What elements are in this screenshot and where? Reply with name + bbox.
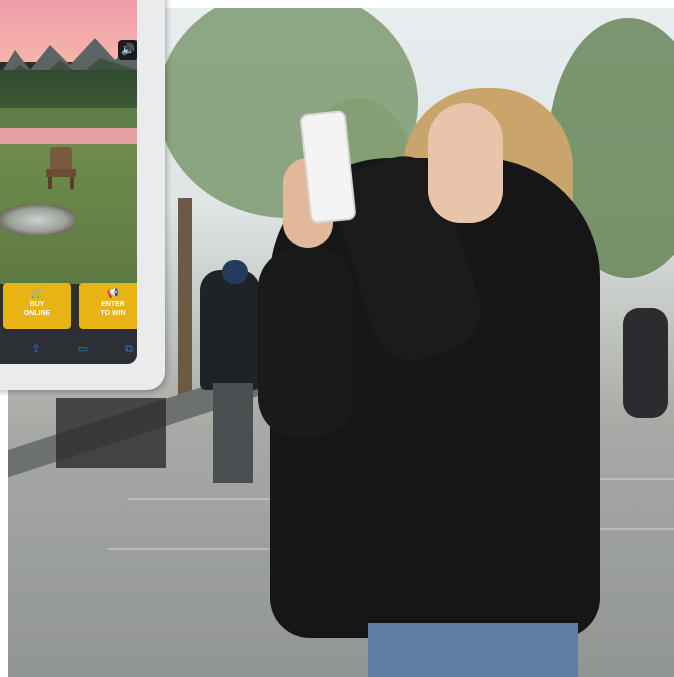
phone-mockup: 🔊 🛒 BUY ONLINE 📢 ENTER TO WIN ⇪ ▭ ⧉ [0, 0, 165, 390]
sound-icon[interactable]: 🔊 [118, 40, 137, 60]
gallery-icon[interactable]: ⧉ [122, 343, 136, 355]
ar-forest [0, 70, 137, 110]
enter-to-win-line2: TO WIN [100, 310, 126, 317]
buy-online-line1: BUY [29, 301, 45, 308]
ar-grass-far [0, 108, 137, 130]
fire-pit [0, 205, 75, 235]
share-icon[interactable]: ⇪ [29, 343, 43, 355]
tree-trunk [178, 198, 192, 408]
pedestrian-cap [222, 260, 248, 284]
enter-to-win-line1: ENTER [101, 301, 125, 308]
woman-face [428, 103, 503, 223]
woman-arm [258, 248, 353, 438]
cart-icon: 🛒 [30, 288, 44, 299]
ar-app-screen: 🔊 🛒 BUY ONLINE 📢 ENTER TO WIN ⇪ ▭ ⧉ [0, 0, 137, 364]
enter-to-win-button[interactable]: 📢 ENTER TO WIN [79, 283, 137, 329]
pedestrian-right [623, 308, 668, 418]
buy-online-button[interactable]: 🛒 BUY ONLINE [3, 283, 71, 329]
megaphone-icon: 📢 [106, 288, 120, 299]
pedestrian-legs [213, 383, 253, 483]
buy-online-line2: ONLINE [23, 310, 51, 317]
bottom-tab-bar: ⇪ ▭ ⧉ [0, 334, 137, 364]
camera-icon[interactable]: ▭ [76, 343, 90, 355]
pedestrian-group [56, 398, 166, 468]
pedestrian-backpack [200, 270, 260, 390]
woman-jeans [368, 623, 578, 677]
adirondack-chair [46, 147, 76, 189]
